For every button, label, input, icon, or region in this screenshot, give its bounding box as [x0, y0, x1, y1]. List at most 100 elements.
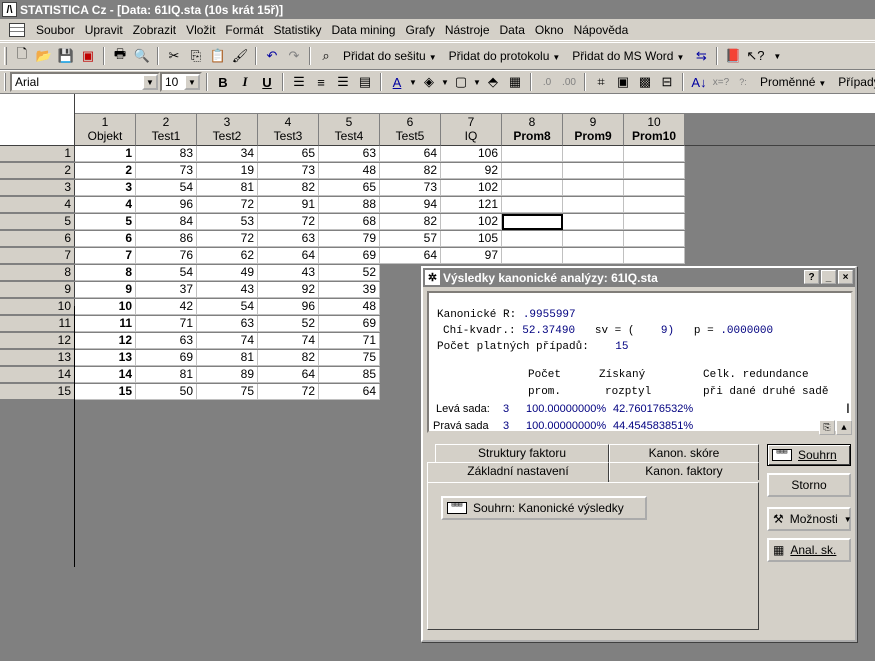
menu-upravit[interactable]: Upravit [80, 23, 128, 37]
table-cell[interactable]: 10 [75, 299, 136, 315]
statistica-app-icon[interactable]: /\ [2, 2, 17, 17]
underline-button[interactable]: U [256, 72, 278, 92]
row-header[interactable]: 2 [0, 163, 75, 179]
table-cell[interactable]: 81 [136, 367, 197, 383]
font-color-icon[interactable]: A [386, 72, 408, 92]
table-cell[interactable]: 52 [258, 316, 319, 332]
table-cell[interactable]: 48 [319, 163, 380, 179]
table-cell[interactable]: 65 [319, 180, 380, 196]
chevron-down-icon[interactable]: ▼ [472, 72, 482, 92]
table-cell[interactable]: 6 [75, 231, 136, 247]
table-cell[interactable] [624, 231, 685, 247]
paste-icon[interactable]: 📋 [207, 46, 229, 66]
minimize-button[interactable]: _ [821, 270, 836, 284]
options-button[interactable]: ⚒ Možnosti ▼ [767, 507, 852, 531]
table-cell[interactable]: 106 [441, 146, 502, 162]
column-header[interactable]: 7 IQ [441, 114, 502, 146]
open-folder-icon[interactable]: 📂 [33, 46, 55, 66]
table-cell[interactable]: 54 [197, 299, 258, 315]
row-header[interactable]: 3 [0, 180, 75, 196]
table-cell[interactable] [563, 197, 624, 213]
tab-kanon-faktory[interactable]: Kanon. faktory [609, 462, 759, 480]
table-cell[interactable]: 42 [136, 299, 197, 315]
save-icon[interactable]: 💾 [55, 46, 77, 66]
dialog-app-icon[interactable]: ✲ [425, 270, 440, 285]
results-text-area[interactable]: Kanonické R: .9955997 Chí-kvadr.: 52.374… [427, 291, 853, 435]
menu-okno[interactable]: Okno [530, 23, 569, 37]
font-select[interactable]: Arial ▼ [10, 72, 160, 92]
table-cell[interactable]: 12 [75, 333, 136, 349]
table-cell[interactable]: 2 [75, 163, 136, 179]
help-pointer-icon[interactable]: ↖? [744, 46, 766, 66]
sheet-title-area[interactable] [75, 94, 875, 114]
table-cell[interactable]: 72 [258, 384, 319, 400]
table-cell[interactable]: 75 [197, 384, 258, 400]
table-cell[interactable]: 69 [136, 350, 197, 366]
menu-vlozit[interactable]: Vložit [181, 23, 220, 37]
table-cell[interactable]: 73 [258, 163, 319, 179]
tab-zakladni-nastaveni[interactable]: Základní nastavení [427, 462, 609, 482]
table-cell[interactable]: 72 [258, 214, 319, 230]
menu-nastroje[interactable]: Nástroje [440, 23, 495, 37]
tab-struktury-faktoru[interactable]: Struktury faktoru [435, 444, 609, 462]
format-painter-icon[interactable]: 🖌 [229, 46, 251, 66]
chevron-down-icon[interactable]: ▼ [440, 72, 450, 92]
sheet-corner[interactable] [0, 94, 75, 146]
column-header[interactable]: 2 Test1 [136, 114, 197, 146]
table-cell[interactable] [502, 180, 563, 196]
tab-kanon-skore[interactable]: Kanon. skóre [609, 444, 759, 462]
table-cell[interactable]: 76 [136, 248, 197, 264]
table-cell[interactable]: 3 [75, 180, 136, 196]
table-cell[interactable] [563, 214, 624, 230]
table-cell[interactable]: 37 [136, 282, 197, 298]
dialog-title-bar[interactable]: ✲ Výsledky kanonické analýzy: 61IQ.sta ?… [423, 268, 855, 287]
align-center-icon[interactable]: ≡ [310, 72, 332, 92]
table-cell[interactable]: 73 [380, 180, 441, 196]
chevron-down-icon[interactable]: ▼ [408, 72, 418, 92]
help-button[interactable]: ? [804, 270, 819, 284]
formula-icon[interactable]: x=? [710, 72, 732, 92]
table-cell[interactable]: 94 [380, 197, 441, 213]
table-cell[interactable]: 92 [441, 163, 502, 179]
table-cell[interactable]: 71 [136, 316, 197, 332]
table-cell[interactable]: 8 [75, 265, 136, 281]
table-cell[interactable]: 72 [197, 197, 258, 213]
cell-format-icon[interactable]: ▤ [354, 72, 376, 92]
table-cell[interactable]: 39 [319, 282, 380, 298]
italic-button[interactable]: I [234, 72, 256, 92]
table-cell[interactable]: 89 [197, 367, 258, 383]
add-to-report-button[interactable]: Přidat do protokolu ▼ [443, 49, 567, 63]
table-cell[interactable]: 64 [258, 248, 319, 264]
row-header[interactable]: 4 [0, 197, 75, 213]
tag-icon[interactable]: ⬘ [482, 72, 504, 92]
table-cell[interactable] [563, 248, 624, 264]
menu-grafy[interactable]: Grafy [400, 23, 439, 37]
summary-canonical-results-button[interactable]: ▤▤▤ Souhrn: Kanonické výsledky [441, 496, 647, 520]
table-cell[interactable]: 14 [75, 367, 136, 383]
add-to-word-button[interactable]: Přidat do MS Word ▼ [566, 49, 690, 63]
grid-icon[interactable]: ▦ [504, 72, 526, 92]
split-icon[interactable]: ⌗ [590, 72, 612, 92]
row-header[interactable]: 7 [0, 248, 75, 264]
table-cell[interactable] [563, 146, 624, 162]
table-cell[interactable]: 82 [258, 350, 319, 366]
add-to-workbook-button[interactable]: Přidat do sešitu ▼ [337, 49, 443, 63]
table-cell[interactable] [624, 248, 685, 264]
analysis-button[interactable]: ▦ Anal. sk. [767, 538, 851, 562]
table-cell[interactable]: 43 [197, 282, 258, 298]
table-cell[interactable]: 49 [197, 265, 258, 281]
table-cell[interactable]: 85 [319, 367, 380, 383]
table-cell[interactable]: 4 [75, 197, 136, 213]
table-cell[interactable] [563, 231, 624, 247]
table-cell[interactable]: 81 [197, 350, 258, 366]
column-header[interactable]: 4 Test3 [258, 114, 319, 146]
table-cell[interactable]: 82 [258, 180, 319, 196]
print-preview-icon[interactable]: 🔍 [131, 46, 153, 66]
toolbar-grip[interactable] [4, 47, 7, 65]
redo-icon[interactable]: ↷ [283, 46, 305, 66]
table-cell[interactable]: 72 [197, 231, 258, 247]
table-cell[interactable]: 69 [319, 248, 380, 264]
close-button[interactable]: × [838, 270, 853, 284]
table-cell[interactable]: 13 [75, 350, 136, 366]
lock-icon[interactable]: ⊟ [656, 72, 678, 92]
